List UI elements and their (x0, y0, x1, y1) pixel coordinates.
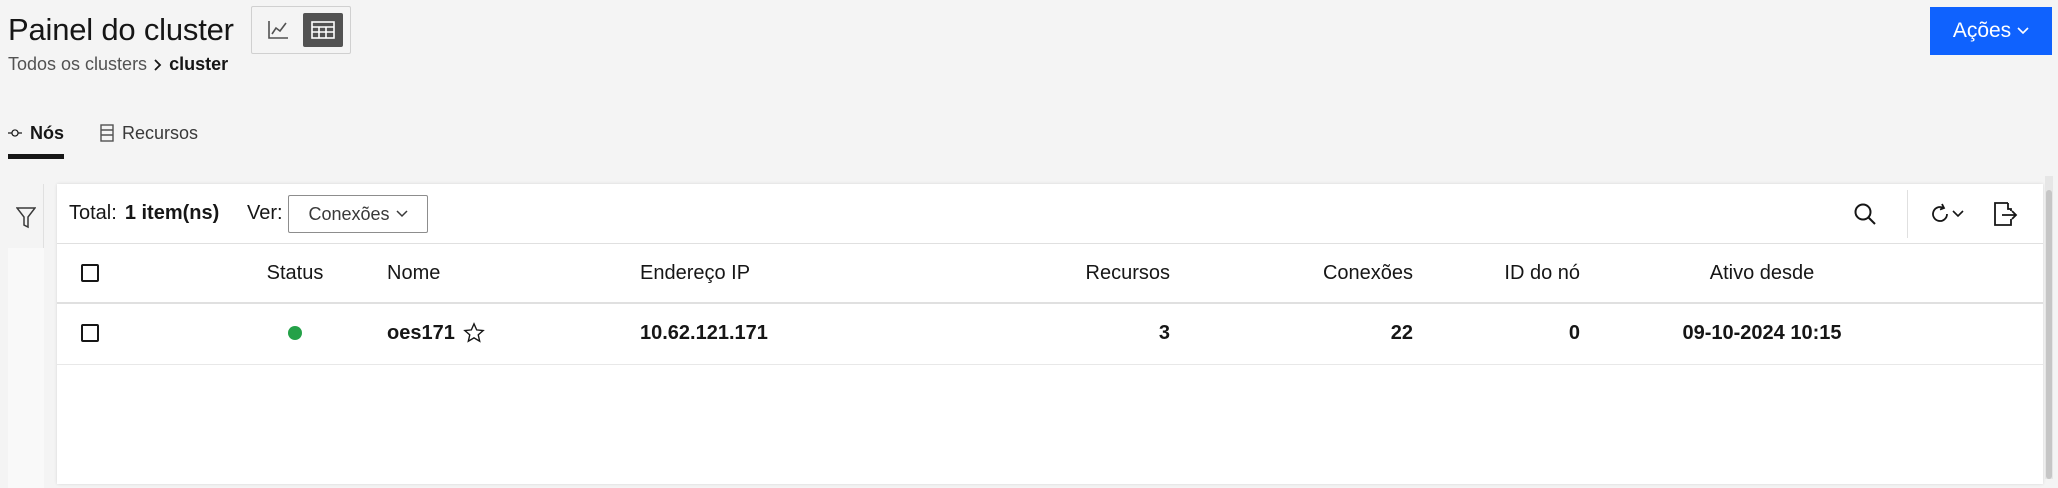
filter-rail-strip (8, 248, 44, 488)
breadcrumb-current: cluster (169, 54, 229, 74)
total-count: Total: 1 item(ns) (69, 202, 219, 225)
toolbar-divider (1907, 190, 1908, 238)
export-button[interactable] (1987, 196, 2023, 232)
resources-cell: 3 (1158, 321, 1170, 344)
column-header-active-since[interactable]: Ativo desde (1617, 244, 1907, 302)
tab-nodes[interactable]: Nós (8, 112, 64, 159)
column-header-ip[interactable]: Endereço IP (640, 244, 750, 302)
filter-icon (16, 207, 36, 229)
chevron-down-icon (396, 210, 408, 218)
total-label: Total: (69, 202, 117, 224)
view-toggle (251, 6, 351, 54)
actions-button[interactable]: Ações (1930, 7, 2052, 55)
ip-cell: 10.62.121.171 (640, 321, 768, 344)
search-icon (1854, 203, 1876, 225)
tab-resources[interactable]: Recursos (100, 112, 198, 154)
column-header-status[interactable]: Status (239, 244, 351, 302)
table-icon (311, 21, 335, 39)
column-header-name[interactable]: Nome (387, 244, 440, 302)
actions-button-label: Ações (1952, 19, 2012, 42)
refresh-button[interactable] (1919, 196, 1973, 232)
table-header-row: Status Nome Endereço IP Recursos Conexõe… (57, 244, 2043, 304)
node-name[interactable]: oes171 (387, 322, 455, 345)
view-label: Ver: (247, 202, 283, 224)
line-chart-icon (268, 21, 288, 39)
breadcrumb-link-all-clusters[interactable]: Todos os clusters (8, 54, 147, 75)
node-icon (8, 129, 22, 137)
view-select[interactable]: Conexões (288, 195, 428, 233)
export-icon (1994, 202, 2018, 226)
search-button[interactable] (1847, 196, 1883, 232)
total-value: 1 item(ns) (124, 202, 220, 224)
column-header-resources[interactable]: Recursos (877, 244, 1170, 302)
name-cell: oes171 (387, 304, 485, 362)
table-row[interactable]: oes171 10.62.121.171 3 22 0 09-10-2024 1… (57, 304, 2043, 365)
vertical-scrollbar[interactable] (2045, 176, 2053, 479)
connections-cell: 22 (1390, 321, 1413, 344)
chart-view-button[interactable] (258, 13, 298, 47)
table-view-button[interactable] (303, 13, 343, 47)
nodes-table-panel: Total: 1 item(ns) Ver: Conexões Status N… (57, 184, 2043, 484)
view-select-value: Conexões (308, 203, 390, 224)
tab-nodes-label: Nós (29, 122, 64, 143)
scrollbar-thumb[interactable] (2046, 190, 2052, 479)
column-header-node-id[interactable]: ID do nó (1437, 244, 1580, 302)
row-select-cell (81, 304, 99, 362)
filter-rail (8, 184, 44, 488)
refresh-icon (1932, 203, 1948, 222)
row-checkbox[interactable] (81, 324, 99, 342)
star-icon[interactable] (463, 322, 485, 344)
chevron-right-icon (154, 58, 162, 71)
page-header: Painel do cluster (8, 10, 234, 50)
chevron-down-icon (2017, 27, 2029, 35)
status-online-icon (288, 326, 302, 340)
resource-icon (100, 124, 114, 142)
select-all-cell (81, 244, 99, 302)
column-header-connections[interactable]: Conexões (1207, 244, 1413, 302)
filter-button[interactable] (12, 202, 40, 234)
chevron-down-icon (1952, 210, 1964, 218)
page-title: Painel do cluster (8, 12, 234, 47)
node-id-cell: 0 (1568, 321, 1580, 344)
active-since-cell: 09-10-2024 10:15 (1682, 321, 1842, 344)
status-cell (239, 304, 351, 362)
select-all-checkbox[interactable] (81, 264, 99, 282)
tab-resources-label: Recursos (122, 122, 199, 143)
breadcrumb: Todos os clusters cluster (8, 54, 228, 75)
table-toolbar: Total: 1 item(ns) Ver: Conexões (57, 184, 2043, 244)
